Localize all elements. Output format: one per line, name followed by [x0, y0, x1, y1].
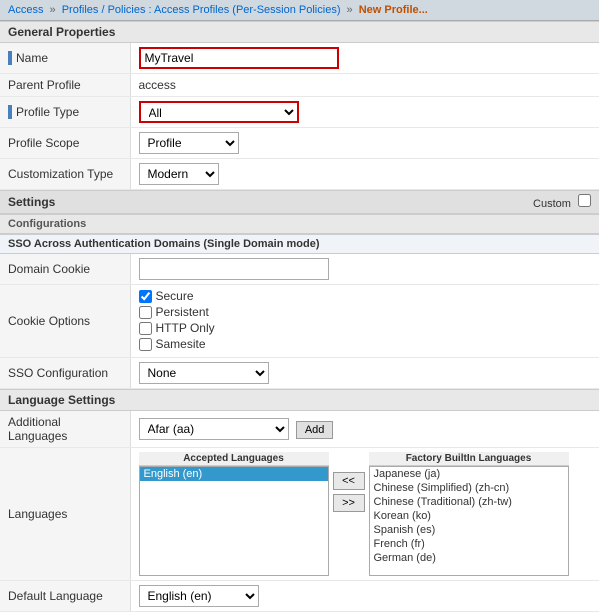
sso-configuration-value-cell: None	[130, 358, 599, 389]
list-item[interactable]: Japanese (ja)	[370, 467, 568, 481]
default-language-row: Default Language English (en)	[0, 581, 599, 612]
name-input[interactable]	[139, 47, 339, 69]
breadcrumb-access[interactable]: Access	[8, 4, 43, 16]
persistent-option: Persistent	[139, 305, 592, 319]
transfer-arrows: << >>	[333, 452, 365, 512]
sso-configuration-row: SSO Configuration None	[0, 358, 599, 389]
customization-type-select[interactable]: Modern Classic	[139, 163, 219, 185]
customization-type-row: Customization Type Modern Classic	[0, 159, 599, 190]
factory-languages-list[interactable]: Japanese (ja) Chinese (Simplified) (zh-c…	[369, 466, 569, 576]
default-language-label: Default Language	[0, 581, 130, 612]
parent-profile-label: Parent Profile	[0, 74, 130, 97]
domain-cookie-row: Domain Cookie	[0, 254, 599, 285]
secure-checkbox[interactable]	[139, 290, 152, 303]
profile-type-label: Profile Type	[0, 97, 130, 128]
list-item[interactable]: Spanish (es)	[370, 523, 568, 537]
language-settings-table: Additional Languages Afar (aa) Abkhazian…	[0, 411, 599, 612]
settings-label: Settings	[8, 195, 55, 209]
domain-cookie-input[interactable]	[139, 258, 329, 280]
general-properties-header: General Properties	[0, 21, 599, 43]
profile-scope-label: Profile Scope	[0, 128, 130, 159]
additional-languages-row: Additional Languages Afar (aa) Abkhazian…	[0, 411, 599, 448]
customization-type-value-cell: Modern Classic	[130, 159, 599, 190]
configurations-header: Configurations	[0, 214, 599, 234]
additional-languages-value-cell: Afar (aa) Abkhazian (ab) Afrikaans (af) …	[130, 411, 599, 448]
profile-type-value-cell: All LTM SSL-VPN	[130, 97, 599, 128]
list-item[interactable]: Chinese (Simplified) (zh-cn)	[370, 481, 568, 495]
breadcrumb-current: New Profile...	[359, 4, 428, 16]
move-right-button[interactable]: >>	[333, 494, 365, 512]
breadcrumb-profiles[interactable]: Profiles / Policies : Access Profiles (P…	[62, 4, 341, 16]
cookie-options-value-cell: Secure Persistent HTTP Only Samesite	[130, 285, 599, 358]
additional-languages-select[interactable]: Afar (aa) Abkhazian (ab) Afrikaans (af)	[139, 418, 289, 440]
name-value-cell	[130, 43, 599, 74]
profile-scope-value-cell: Profile Global	[130, 128, 599, 159]
profile-scope-select[interactable]: Profile Global	[139, 132, 239, 154]
breadcrumb: Access » Profiles / Policies : Access Pr…	[0, 0, 599, 21]
list-item[interactable]: Chinese (Traditional) (zh-tw)	[370, 495, 568, 509]
parent-profile-row: Parent Profile access	[0, 74, 599, 97]
languages-value-cell: Accepted Languages English (en) << >> Fa…	[130, 448, 599, 581]
samesite-checkbox[interactable]	[139, 338, 152, 351]
list-item[interactable]: Korean (ko)	[370, 509, 568, 523]
accepted-languages-container: Accepted Languages English (en)	[139, 452, 329, 576]
add-language-button[interactable]: Add	[296, 421, 334, 439]
http-only-checkbox[interactable]	[139, 322, 152, 335]
profile-type-select[interactable]: All LTM SSL-VPN	[139, 101, 299, 123]
language-settings-header: Language Settings	[0, 389, 599, 411]
custom-label: Custom	[533, 194, 591, 210]
persistent-checkbox[interactable]	[139, 306, 152, 319]
general-properties-table: Name Parent Profile access Profile Type …	[0, 43, 599, 190]
additional-languages-label: Additional Languages	[0, 411, 130, 448]
profile-scope-row: Profile Scope Profile Global	[0, 128, 599, 159]
samesite-option: Samesite	[139, 337, 592, 351]
factory-languages-header: Factory BuiltIn Languages	[369, 452, 569, 466]
languages-lists-container: Accepted Languages English (en) << >> Fa…	[139, 452, 592, 576]
domain-cookie-value-cell	[130, 254, 599, 285]
configurations-table: Domain Cookie Cookie Options Secure Pers…	[0, 254, 599, 389]
default-language-select[interactable]: English (en)	[139, 585, 259, 607]
sso-configuration-label: SSO Configuration	[0, 358, 130, 389]
name-row: Name	[0, 43, 599, 74]
factory-languages-container: Factory BuiltIn Languages Japanese (ja) …	[369, 452, 569, 576]
cookie-options-label: Cookie Options	[0, 285, 130, 358]
accepted-languages-list[interactable]: English (en)	[139, 466, 329, 576]
profile-type-row: Profile Type All LTM SSL-VPN	[0, 97, 599, 128]
parent-profile-value: access	[130, 74, 599, 97]
accepted-languages-header: Accepted Languages	[139, 452, 329, 466]
http-only-option: HTTP Only	[139, 321, 592, 335]
sso-configuration-select[interactable]: None	[139, 362, 269, 384]
blue-bar-icon	[8, 51, 12, 65]
list-item[interactable]: French (fr)	[370, 537, 568, 551]
domain-cookie-label: Domain Cookie	[0, 254, 130, 285]
cookie-options-row: Cookie Options Secure Persistent HTTP On…	[0, 285, 599, 358]
settings-bar: Settings Custom	[0, 190, 599, 214]
languages-row: Languages Accepted Languages English (en…	[0, 448, 599, 581]
customization-type-label: Customization Type	[0, 159, 130, 190]
custom-checkbox[interactable]	[578, 194, 591, 207]
move-left-button[interactable]: <<	[333, 472, 365, 490]
blue-bar-icon	[8, 105, 12, 119]
list-item[interactable]: English (en)	[140, 467, 328, 481]
sso-section-header: SSO Across Authentication Domains (Singl…	[0, 234, 599, 254]
name-label: Name	[0, 43, 130, 74]
languages-label: Languages	[0, 448, 130, 581]
secure-option: Secure	[139, 289, 592, 303]
default-language-value-cell: English (en)	[130, 581, 599, 612]
